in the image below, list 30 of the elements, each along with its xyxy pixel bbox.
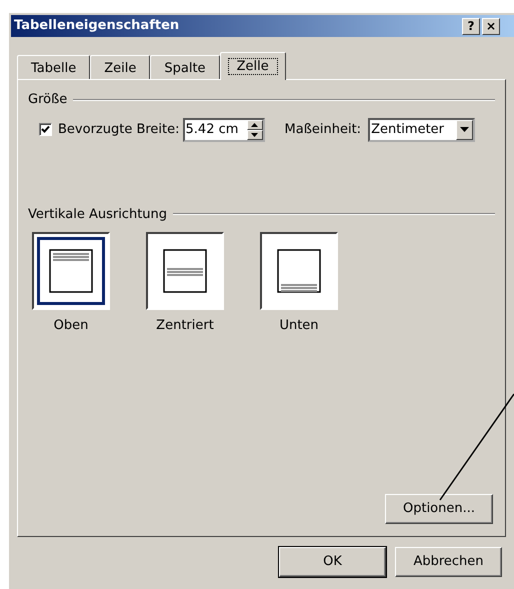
group-title: Größe (28, 91, 68, 109)
cell-alignment-icon (49, 249, 93, 293)
dropdown-arrow-icon (460, 127, 470, 132)
up-arrow-icon (251, 122, 258, 126)
group-title: Vertikale Ausrichtung (28, 206, 168, 224)
options-button[interactable]: Optionen... (385, 494, 493, 524)
cancel-button[interactable]: Abbrechen (395, 547, 502, 577)
cell-alignment-icon (277, 249, 321, 293)
help-button[interactable]: ? (462, 18, 480, 34)
width-field[interactable]: 5.42 cm (182, 118, 265, 142)
unit-dropdown[interactable]: Zentimeter (368, 118, 476, 142)
option-label: Unten (279, 317, 319, 335)
tab[interactable]: Tabelle (17, 55, 90, 79)
cell-alignment-icon (163, 249, 207, 293)
field-label: Maßeinheit: (284, 120, 362, 139)
tab[interactable]: Spalte (150, 55, 220, 79)
option-label: Zentriert (156, 317, 214, 335)
ok-button[interactable]: OK (279, 547, 386, 577)
down-arrow-icon (251, 132, 258, 136)
alignment-option[interactable] (32, 232, 110, 310)
alignment-option[interactable] (146, 232, 224, 310)
spin-buttons[interactable] (246, 120, 263, 140)
close-button[interactable]: × (482, 18, 500, 34)
window-title: Tabelleneigenschaften (14, 17, 180, 36)
alignment-option[interactable] (260, 232, 338, 310)
option-label: Oben (54, 317, 88, 335)
tab[interactable]: Zelle (220, 52, 286, 80)
field-label: Bevorzugte Breite: (58, 120, 180, 139)
tab[interactable]: Zeile (90, 55, 150, 79)
checkbox[interactable] (39, 123, 52, 136)
